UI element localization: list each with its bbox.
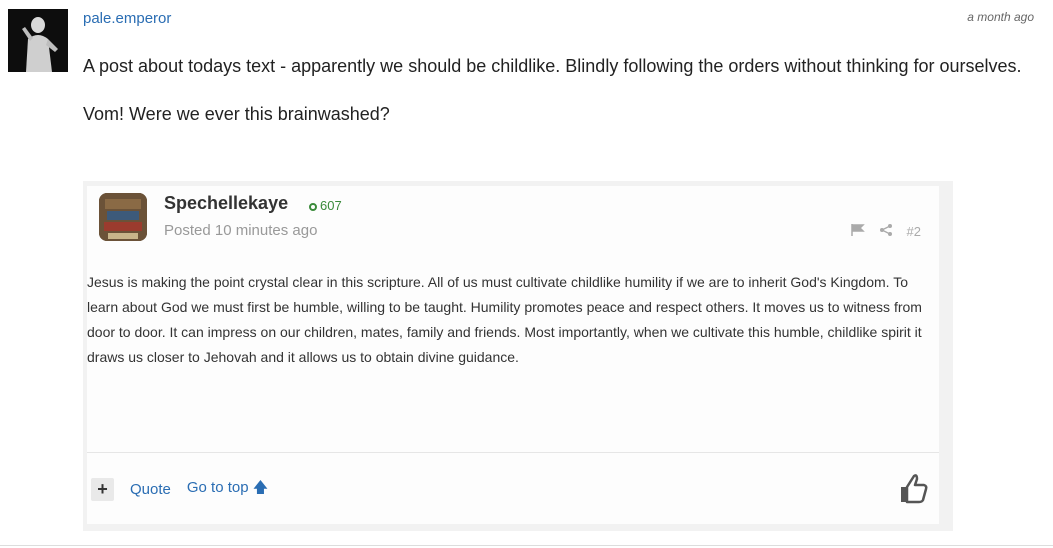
- quote-link: Quote: [130, 481, 171, 498]
- comment-paragraph: A post about todays text - apparently we…: [83, 56, 1022, 76]
- share-icon: [879, 224, 893, 239]
- embedded-author-name: Spechellekaye: [164, 193, 289, 213]
- reputation-count: 607: [320, 198, 342, 213]
- embedded-post-tools: #2: [850, 224, 921, 239]
- embedded-author-avatar: [99, 193, 147, 241]
- user-avatar[interactable]: [8, 9, 68, 72]
- plus-button: +: [91, 478, 114, 501]
- embedded-screenshot[interactable]: Spechellekaye 607 Posted 10 minutes ago …: [83, 181, 953, 531]
- reputation-icon: [309, 202, 317, 211]
- comment-timestamp: a month ago: [967, 10, 1034, 24]
- go-to-top-label: Go to top: [186, 479, 249, 496]
- post-number: #2: [906, 224, 921, 239]
- embedded-post-body: Jesus is making the point crystal clear …: [87, 274, 922, 365]
- flag-icon: [850, 224, 865, 239]
- comment-body: A post about todays text - apparently we…: [83, 52, 1038, 128]
- comment-paragraph: Vom! Were we ever this brainwashed?: [83, 104, 390, 124]
- arrow-up-icon: 🡅: [252, 479, 269, 496]
- thumbs-up-icon: [895, 471, 929, 505]
- statue-avatar-image: [8, 9, 68, 72]
- embedded-post-footer: + Quote Go to top 🡅: [91, 477, 268, 502]
- comment-separator: [0, 545, 1053, 546]
- embedded-post: Spechellekaye 607 Posted 10 minutes ago …: [87, 186, 939, 524]
- divider: [87, 452, 939, 453]
- username-link[interactable]: pale.emperor: [83, 10, 171, 27]
- go-to-top-link: Go to top 🡅: [187, 477, 268, 502]
- book-stack-avatar-image: [99, 193, 147, 241]
- embedded-post-date: Posted 10 minutes ago: [164, 222, 318, 239]
- reputation-badge: 607: [309, 198, 342, 213]
